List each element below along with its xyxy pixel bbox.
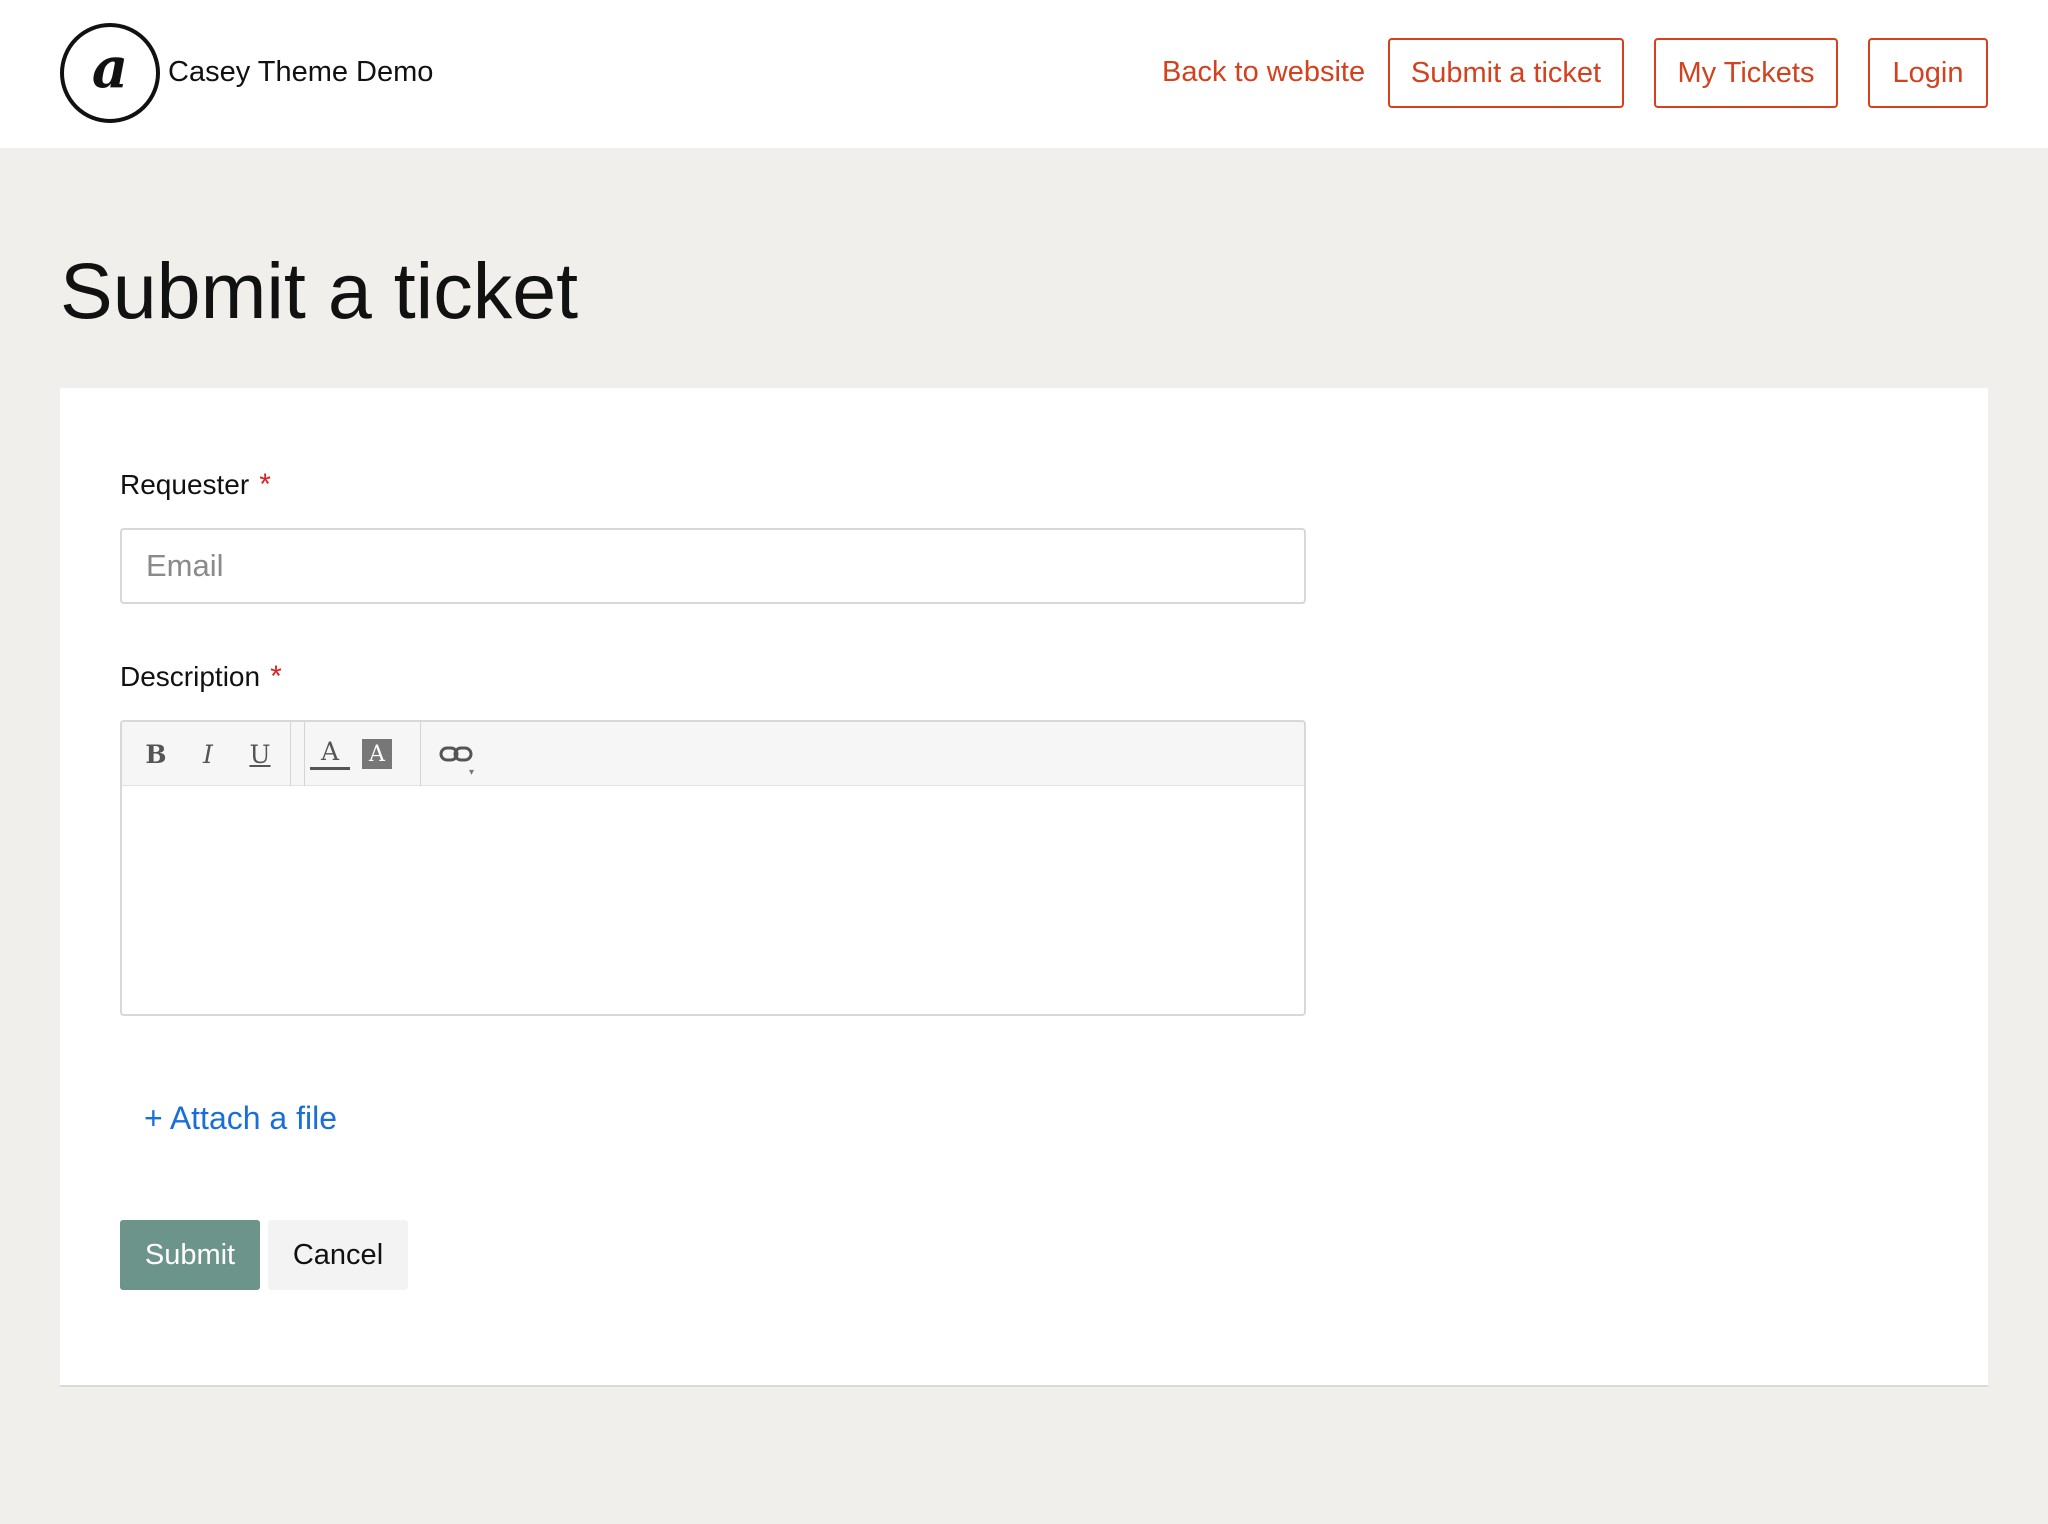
attach-file-link[interactable]: + Attach a file bbox=[144, 1100, 337, 1137]
nav-login-button[interactable]: Login bbox=[1868, 38, 1988, 108]
ticket-form-card: Requester * Description * B I U A A ▾ + At… bbox=[60, 388, 1988, 1387]
background-color-button[interactable]: A bbox=[362, 739, 392, 769]
submit-button[interactable]: Submit bbox=[120, 1220, 260, 1290]
toolbar-divider bbox=[420, 722, 421, 786]
chevron-down-icon: ▾ bbox=[468, 767, 474, 778]
brand-name[interactable]: Casey Theme Demo bbox=[168, 56, 433, 89]
description-required-mark: * bbox=[270, 660, 282, 693]
link-icon-glyph bbox=[439, 746, 473, 762]
description-label-text: Description bbox=[120, 661, 261, 692]
requester-label-text: Requester bbox=[120, 469, 250, 500]
description-label: Description * bbox=[120, 660, 282, 694]
link-icon[interactable]: ▾ bbox=[436, 734, 476, 778]
site-header: a Casey Theme Demo Back to website Submi… bbox=[0, 0, 2048, 148]
description-textarea[interactable] bbox=[122, 787, 1304, 1014]
italic-button[interactable]: I bbox=[188, 734, 228, 774]
requester-required-mark: * bbox=[259, 468, 271, 501]
back-to-website-link[interactable]: Back to website bbox=[1162, 56, 1365, 89]
cancel-button[interactable]: Cancel bbox=[268, 1220, 408, 1290]
toolbar-divider bbox=[290, 722, 291, 786]
text-color-button[interactable]: A bbox=[310, 736, 350, 770]
toolbar-divider bbox=[304, 722, 305, 786]
requester-label: Requester * bbox=[120, 468, 271, 502]
editor-toolbar: B I U A A ▾ bbox=[122, 722, 1304, 786]
bold-button[interactable]: B bbox=[136, 734, 176, 774]
description-editor: B I U A A ▾ bbox=[120, 720, 1306, 1016]
requester-email-input[interactable] bbox=[120, 528, 1306, 604]
underline-button[interactable]: U bbox=[240, 734, 280, 774]
page-title: Submit a ticket bbox=[60, 246, 579, 335]
nav-my-tickets-button[interactable]: My Tickets bbox=[1654, 38, 1838, 108]
nav-submit-ticket-button[interactable]: Submit a ticket bbox=[1388, 38, 1624, 108]
brand-logo[interactable]: a bbox=[60, 23, 160, 123]
